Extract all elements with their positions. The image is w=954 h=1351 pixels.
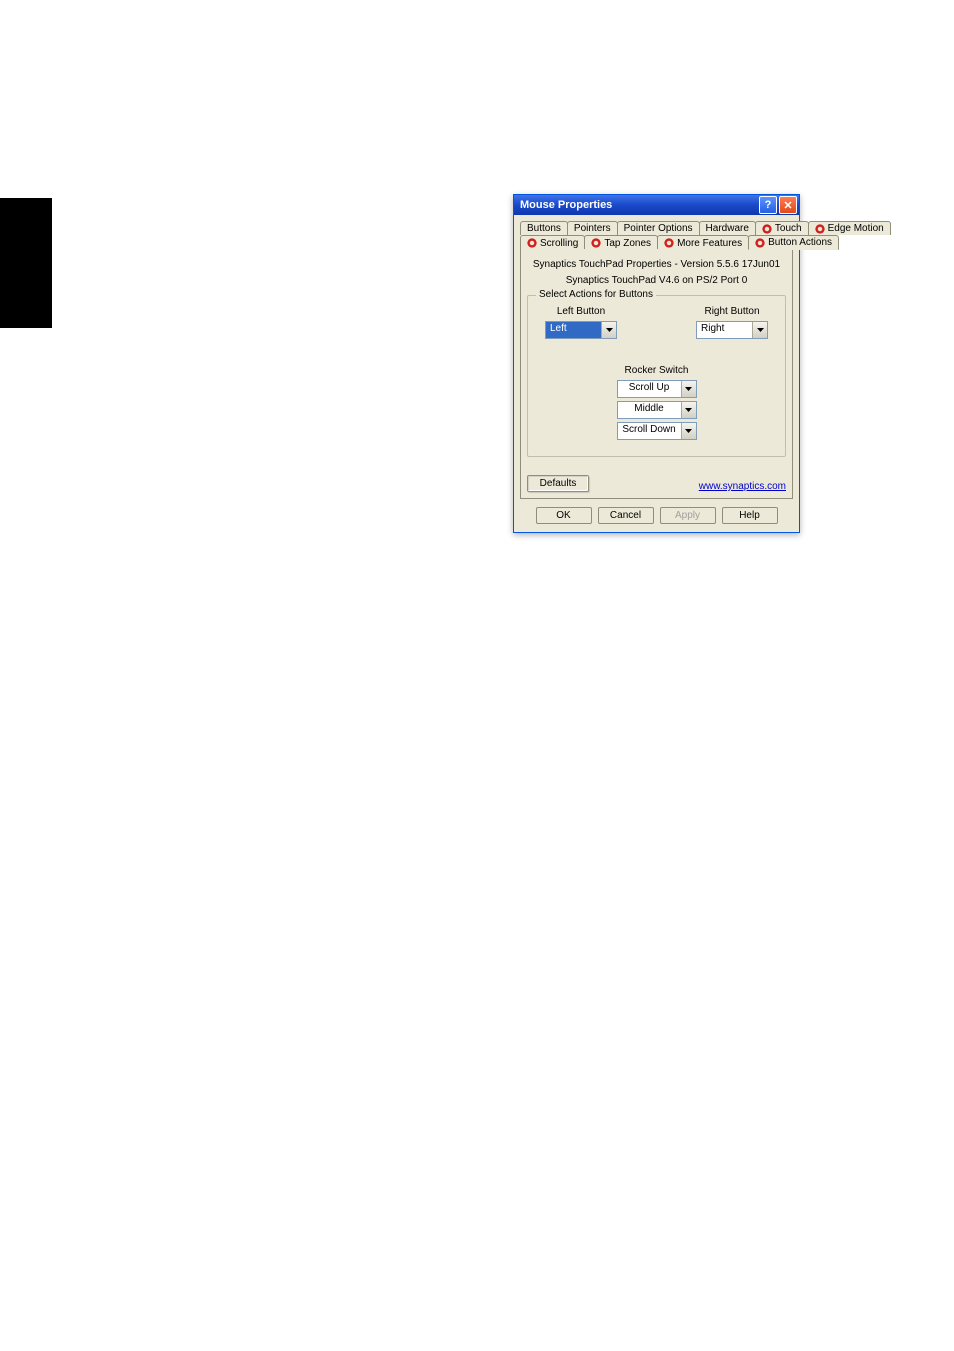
- page-decor-block: [0, 198, 52, 328]
- synaptics-link[interactable]: www.synaptics.com: [699, 481, 786, 492]
- tab-button-actions[interactable]: Button Actions: [748, 235, 839, 250]
- tab-edge-motion[interactable]: Edge Motion: [808, 221, 891, 235]
- close-icon: ✕: [783, 199, 792, 212]
- tab-touch[interactable]: Touch: [755, 221, 809, 235]
- tab-label: More Features: [677, 238, 742, 249]
- tab-buttons[interactable]: Buttons: [520, 221, 568, 235]
- panel-footer: Defaults www.synaptics.com: [527, 475, 786, 492]
- window-title: Mouse Properties: [520, 199, 757, 211]
- titlebar: Mouse Properties ? ✕: [514, 195, 799, 215]
- tab-row-1: Buttons Pointers Pointer Options Hardwar…: [520, 221, 793, 235]
- mouse-properties-dialog: Mouse Properties ? ✕ Buttons Pointers Po…: [513, 194, 800, 533]
- select-value: Middle: [618, 402, 681, 418]
- tab-label: Tap Zones: [604, 238, 651, 249]
- tab-hardware[interactable]: Hardware: [699, 221, 756, 235]
- actions-groupbox: Select Actions for Buttons Left Button L…: [527, 295, 786, 457]
- tab-more-features[interactable]: More Features: [657, 235, 749, 250]
- help-dialog-button[interactable]: Help: [722, 507, 778, 524]
- chevron-down-icon: [681, 402, 696, 418]
- tab-tap-zones[interactable]: Tap Zones: [584, 235, 658, 250]
- defaults-button[interactable]: Defaults: [527, 475, 589, 492]
- chevron-down-icon: [601, 322, 616, 338]
- synaptics-swirl-icon: [591, 238, 601, 248]
- apply-button[interactable]: Apply: [660, 507, 716, 524]
- cancel-button[interactable]: Cancel: [598, 507, 654, 524]
- device-line: Synaptics TouchPad V4.6 on PS/2 Port 0: [527, 275, 786, 287]
- tab-row-2: Scrolling Tap Zones More Features: [520, 235, 793, 250]
- tab-label: Pointer Options: [624, 223, 693, 234]
- driver-version-line: Synaptics TouchPad Properties - Version …: [527, 259, 786, 271]
- synaptics-swirl-icon: [815, 224, 825, 234]
- dialog-button-row: OK Cancel Apply Help: [514, 499, 799, 532]
- select-value: Scroll Up: [618, 381, 681, 397]
- group-legend: Select Actions for Buttons: [536, 289, 656, 300]
- select-value: Right: [697, 322, 752, 338]
- tab-strip: Buttons Pointers Pointer Options Hardwar…: [514, 215, 799, 499]
- synaptics-swirl-icon: [762, 224, 772, 234]
- select-value: Left: [546, 322, 601, 338]
- right-button-action-select[interactable]: Right: [696, 321, 768, 339]
- close-button[interactable]: ✕: [779, 196, 797, 214]
- chevron-down-icon: [681, 381, 696, 397]
- chevron-down-icon: [681, 423, 696, 439]
- synaptics-swirl-icon: [755, 238, 765, 248]
- tab-pointer-options[interactable]: Pointer Options: [617, 221, 700, 235]
- rocker-down-select[interactable]: Scroll Down: [617, 422, 697, 440]
- synaptics-swirl-icon: [664, 238, 674, 248]
- rocker-switch-block: Rocker Switch Scroll Up Middle: [536, 365, 777, 440]
- tab-label: Edge Motion: [828, 223, 884, 234]
- chevron-down-icon: [752, 322, 767, 338]
- rocker-up-select[interactable]: Scroll Up: [617, 380, 697, 398]
- tab-pointers[interactable]: Pointers: [567, 221, 618, 235]
- left-right-columns: Left Button Left Right Button: [536, 306, 777, 339]
- synaptics-swirl-icon: [527, 238, 537, 248]
- rocker-switch-label: Rocker Switch: [536, 365, 777, 376]
- tab-panel-button-actions: Synaptics TouchPad Properties - Version …: [520, 249, 793, 499]
- rocker-middle-select[interactable]: Middle: [617, 401, 697, 419]
- select-value: Scroll Down: [618, 423, 681, 439]
- tab-label: Buttons: [527, 223, 561, 234]
- tab-label: Scrolling: [540, 238, 578, 249]
- left-button-action-select[interactable]: Left: [545, 321, 617, 339]
- help-button[interactable]: ?: [759, 196, 777, 214]
- tab-scrolling[interactable]: Scrolling: [520, 235, 585, 250]
- ok-button[interactable]: OK: [536, 507, 592, 524]
- left-button-label: Left Button: [557, 306, 605, 317]
- right-button-label: Right Button: [704, 306, 759, 317]
- tab-label: Hardware: [706, 223, 749, 234]
- tab-label: Button Actions: [768, 237, 832, 248]
- left-button-column: Left Button Left: [536, 306, 626, 339]
- right-button-column: Right Button Right: [687, 306, 777, 339]
- tab-label: Pointers: [574, 223, 611, 234]
- tab-label: Touch: [775, 223, 802, 234]
